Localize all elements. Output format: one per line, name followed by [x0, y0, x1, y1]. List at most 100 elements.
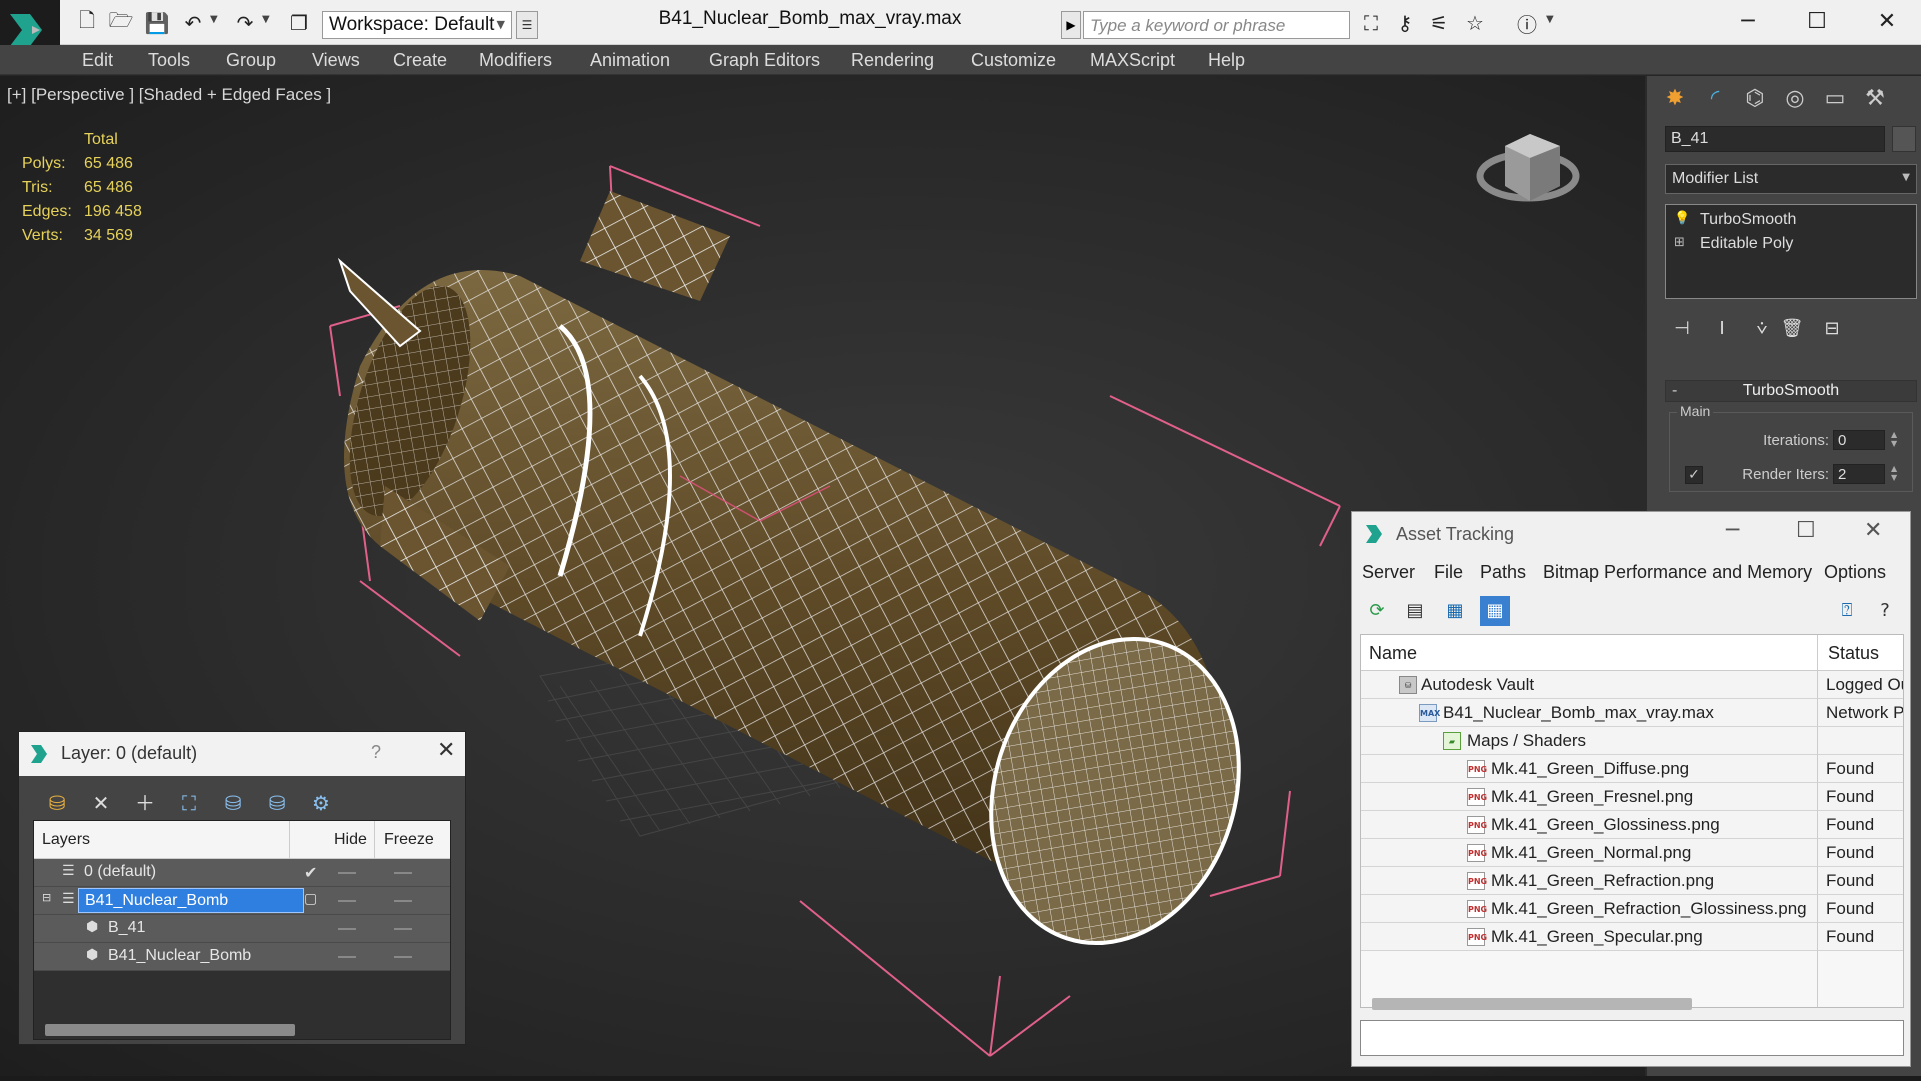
menu-graph-editors[interactable]: Graph Editors	[709, 50, 820, 71]
make-unique-icon[interactable]: ⩒	[1747, 314, 1777, 344]
maximize-icon[interactable]: ☐	[1797, 6, 1837, 38]
stack-item-editable-poly[interactable]: ⊞ Editable Poly	[1670, 233, 1914, 255]
menu-group[interactable]: Group	[226, 50, 276, 71]
configure-sets-icon[interactable]: ⊟	[1817, 314, 1847, 344]
menu-file[interactable]: File	[1434, 562, 1463, 583]
set-current-box-icon[interactable]: ▢	[304, 891, 317, 907]
highlight-selected-icon[interactable]: ⛁	[217, 788, 249, 818]
undo-dropdown-icon[interactable]: ▼	[210, 14, 218, 25]
column-separator[interactable]	[1817, 635, 1818, 1007]
stack-item-turbosmooth[interactable]: 💡 TurboSmooth	[1670, 209, 1914, 231]
layer-row[interactable]: ⊟ ☰ B41_Nuclear_Bomb ▢	[34, 887, 450, 915]
set-current-layer-icon[interactable]: ⛁	[261, 788, 293, 818]
minimize-icon[interactable]: ─	[1726, 518, 1739, 543]
col-name[interactable]: Name	[1369, 643, 1417, 664]
iterations-spinner-icon[interactable]: ▲ ▼	[1891, 430, 1897, 448]
horizontal-scrollbar[interactable]	[1372, 998, 1692, 1010]
close-icon[interactable]: ✕	[1867, 6, 1907, 38]
select-objects-icon[interactable]: ⛶	[173, 788, 205, 818]
workspace-menu-icon[interactable]: ☰	[516, 11, 538, 39]
col-layers[interactable]: Layers	[42, 831, 90, 849]
layer-row[interactable]: ⬢ B41_Nuclear_Bomb	[34, 943, 450, 971]
modifier-list-dropdown[interactable]: Modifier List ▼	[1665, 164, 1917, 194]
search-input[interactable]: Type a keyword or phrase	[1083, 11, 1350, 39]
asset-row[interactable]: ▰ Maps / Shaders	[1361, 727, 1903, 755]
show-end-result-icon[interactable]: Ι	[1707, 314, 1737, 344]
plus-icon[interactable]: ⊞	[1674, 235, 1685, 250]
asset-row[interactable]: PNG Mk.41_Green_Diffuse.png Found	[1361, 755, 1903, 783]
menu-tools[interactable]: Tools	[148, 50, 190, 71]
layer-dialog-titlebar[interactable]: Layer: 0 (default) ? ✕	[19, 732, 465, 776]
open-file-icon[interactable]: 🗁	[108, 8, 134, 36]
menu-rendering[interactable]: Rendering	[851, 50, 934, 71]
utilities-tab-icon[interactable]: ⚒	[1857, 82, 1893, 114]
menu-bitmap-performance[interactable]: Bitmap Performance and Memory	[1543, 562, 1812, 583]
col-status[interactable]: Status	[1828, 643, 1879, 664]
key-icon[interactable]: ⚷	[1392, 10, 1418, 36]
menu-views[interactable]: Views	[312, 50, 360, 71]
modify-tab-icon[interactable]: ◜	[1697, 82, 1733, 114]
turbosmooth-rollout-header[interactable]: - TurboSmooth	[1665, 380, 1917, 402]
view-cube[interactable]	[1476, 134, 1580, 202]
lightbulb-icon[interactable]: 💡	[1674, 211, 1690, 226]
communication-center-icon[interactable]: ⚟	[1426, 10, 1452, 36]
render-iters-spinner-icon[interactable]: ▲ ▼	[1891, 464, 1897, 482]
asset-row[interactable]: PNG Mk.41_Green_Glossiness.png Found	[1361, 811, 1903, 839]
undo-icon[interactable]: ↶	[180, 10, 206, 36]
motion-tab-icon[interactable]: ◎	[1777, 82, 1813, 114]
menu-customize[interactable]: Customize	[971, 50, 1056, 71]
thumbnail-view-icon[interactable]: ▦	[1440, 596, 1470, 626]
new-file-icon[interactable]: 🗋	[74, 8, 100, 36]
help-icon[interactable]: ?	[371, 742, 381, 763]
table-view-icon[interactable]: ▦	[1480, 596, 1510, 626]
asset-row[interactable]: PNG Mk.41_Green_Normal.png Found	[1361, 839, 1903, 867]
menu-edit[interactable]: Edit	[82, 50, 113, 71]
create-tab-icon[interactable]: ✸	[1657, 82, 1693, 114]
horizontal-scrollbar[interactable]	[45, 1024, 295, 1036]
help-dropdown-icon[interactable]: ▼	[1546, 14, 1554, 25]
menu-maxscript[interactable]: MAXScript	[1090, 50, 1175, 71]
minimize-icon[interactable]: ─	[1728, 6, 1768, 38]
layer-settings-icon[interactable]: ⚙	[305, 788, 337, 818]
expand-icon[interactable]: ⊟	[42, 891, 51, 904]
asset-status-field[interactable]	[1360, 1020, 1904, 1056]
asset-row[interactable]: PNG Mk.41_Green_Refraction_Glossiness.pn…	[1361, 895, 1903, 923]
menu-animation[interactable]: Animation	[590, 50, 670, 71]
binoculars-icon[interactable]: ⛶	[1358, 10, 1384, 36]
help-icon[interactable]: ⓘ	[1514, 10, 1540, 37]
asset-row[interactable]: PNG Mk.41_Green_Specular.png Found	[1361, 923, 1903, 951]
project-folder-icon[interactable]: ❐	[286, 10, 312, 36]
layer-row[interactable]: ⬢ B_41	[34, 915, 450, 943]
menu-help[interactable]: Help	[1208, 50, 1245, 71]
current-layer-check-icon[interactable]: ✔	[304, 863, 317, 882]
asset-row[interactable]: MAX B41_Nuclear_Bomb_max_vray.max Networ…	[1361, 699, 1903, 727]
add-to-layer-icon[interactable]: ＋	[129, 788, 161, 818]
workspace-selector[interactable]: Workspace: Default ▼	[322, 11, 512, 39]
object-color-swatch[interactable]	[1892, 126, 1916, 152]
close-icon[interactable]: ✕	[437, 738, 455, 763]
hierarchy-tab-icon[interactable]: ⌬	[1737, 82, 1773, 114]
render-iters-checkbox[interactable]: ✓	[1685, 466, 1703, 484]
favorites-star-icon[interactable]: ☆	[1462, 10, 1488, 36]
search-expand-icon[interactable]: ▶	[1061, 11, 1081, 39]
pin-stack-icon[interactable]: ⊣	[1667, 314, 1697, 344]
list-view-icon[interactable]: ▤	[1400, 596, 1430, 626]
col-hide[interactable]: Hide	[334, 831, 367, 849]
redo-icon[interactable]: ↷	[232, 10, 258, 36]
new-layer-icon[interactable]: ⛁	[41, 788, 73, 818]
layer-row[interactable]: ☰ 0 (default) ✔	[34, 859, 450, 887]
menu-paths[interactable]: Paths	[1480, 562, 1526, 583]
render-iters-field[interactable]: 2	[1833, 464, 1885, 484]
viewport-label[interactable]: [+] [Perspective ] [Shaded + Edged Faces…	[7, 85, 331, 105]
remove-modifier-icon[interactable]: 🗑	[1777, 314, 1807, 344]
menu-create[interactable]: Create	[393, 50, 447, 71]
refresh-icon[interactable]: ⟳	[1362, 596, 1392, 626]
help-icon[interactable]: ?	[1870, 596, 1900, 626]
menu-server[interactable]: Server	[1362, 562, 1415, 583]
iterations-field[interactable]: 0	[1833, 430, 1885, 450]
menu-options[interactable]: Options	[1824, 562, 1886, 583]
redo-dropdown-icon[interactable]: ▼	[262, 14, 270, 25]
close-icon[interactable]: ✕	[1864, 518, 1882, 543]
save-icon[interactable]: 💾	[144, 10, 170, 36]
display-tab-icon[interactable]: ▭	[1817, 82, 1853, 114]
